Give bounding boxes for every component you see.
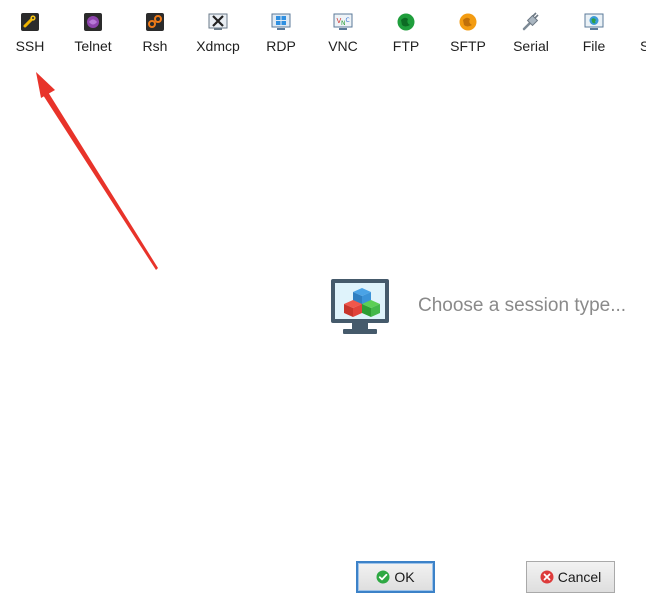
ok-button-label: OK — [394, 569, 415, 585]
choose-session-text: Choose a session type... — [418, 295, 627, 316]
check-circle-icon — [376, 570, 390, 584]
session-placeholder: Choose a session type... — [330, 278, 646, 338]
x-circle-icon — [540, 570, 554, 584]
cancel-button[interactable]: Cancel — [526, 561, 615, 593]
ok-button[interactable]: OK — [356, 561, 435, 593]
session-monitor-icon — [331, 279, 389, 334]
cancel-button-label: Cancel — [557, 569, 602, 585]
session-settings-dialog: SSH Telnet Rsh Xdmcp RDP V N C VNC FTP S… — [0, 0, 646, 609]
